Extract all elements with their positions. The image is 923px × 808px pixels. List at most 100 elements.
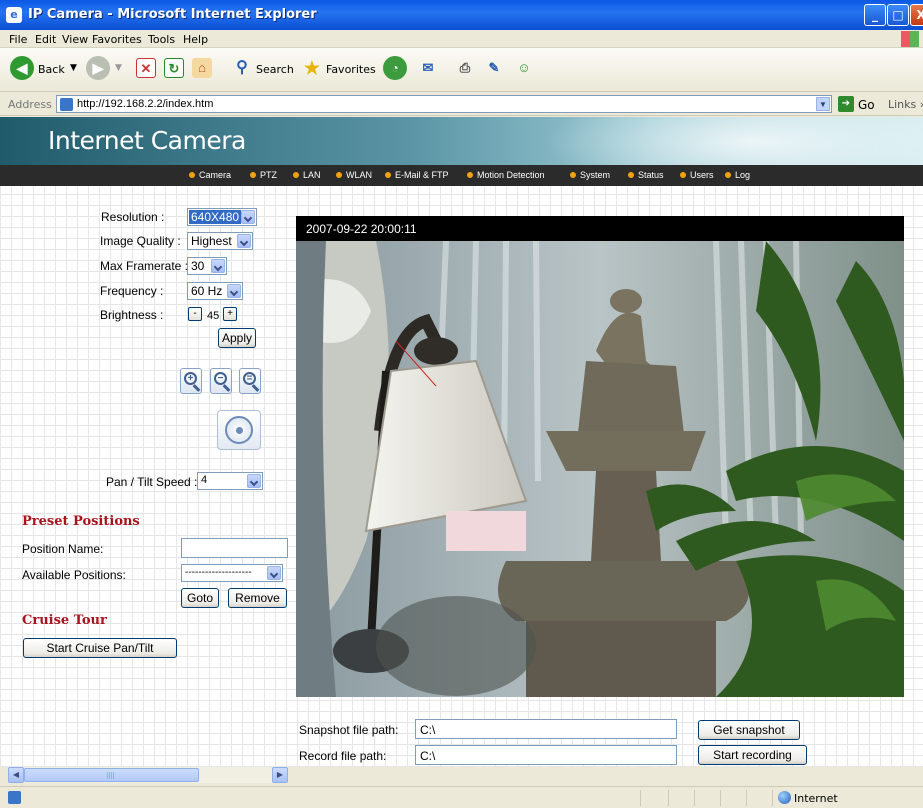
start-recording-button[interactable]: Start recording: [698, 745, 807, 765]
resolution-value: 640X480: [189, 210, 242, 224]
record-path-value[interactable]: C:\: [420, 749, 435, 763]
messenger-icon[interactable]: ☺: [514, 58, 534, 78]
nav-status[interactable]: Status: [628, 170, 664, 180]
chevron-down-icon[interactable]: [211, 259, 225, 273]
address-input[interactable]: http://192.168.2.2/index.htm ▼: [56, 95, 832, 113]
nav-lan[interactable]: LAN: [293, 170, 321, 180]
max-framerate-label: Max Framerate :: [100, 259, 189, 273]
status-divider: [640, 790, 641, 806]
zoom-in-button[interactable]: +: [180, 368, 202, 394]
zoom-out-icon: −: [214, 372, 227, 385]
search-button-label[interactable]: Search: [256, 63, 294, 76]
pan-tilt-speed-value: 4: [201, 474, 208, 486]
nav-motion-detection[interactable]: Motion Detection: [467, 170, 545, 180]
forward-arrow-icon[interactable]: ▶: [86, 56, 110, 80]
window-titlebar: e IP Camera - Microsoft Internet Explore…: [0, 0, 923, 30]
max-framerate-select[interactable]: 30: [187, 257, 227, 275]
banner-swoosh: [543, 117, 923, 165]
banner-title: Internet Camera: [48, 126, 246, 155]
print-icon[interactable]: ⎙: [455, 58, 475, 78]
remove-button[interactable]: Remove: [228, 588, 287, 608]
menu-edit[interactable]: Edit: [35, 33, 56, 46]
page-content: Internet Camera Camera PTZ LAN WLAN E-Ma…: [0, 117, 923, 767]
frequency-value: 60 Hz: [191, 284, 223, 298]
go-label: Go: [858, 98, 875, 112]
mail-icon[interactable]: ✉: [418, 58, 438, 78]
scroll-right-icon[interactable]: ▶: [272, 767, 288, 783]
address-url[interactable]: http://192.168.2.2/index.htm: [77, 98, 213, 110]
image-quality-select[interactable]: Highest: [187, 232, 253, 250]
home-icon[interactable]: ⌂: [192, 58, 212, 78]
edit-icon[interactable]: ✎: [484, 58, 504, 78]
menu-file[interactable]: File: [9, 33, 27, 46]
ptz-center-icon[interactable]: [236, 427, 243, 434]
back-button-label[interactable]: Back: [38, 63, 65, 76]
nav-email-ftp[interactable]: E-Mail & FTP: [385, 170, 449, 180]
pan-tilt-speed-select[interactable]: 4: [197, 472, 263, 490]
image-quality-value: Highest: [191, 234, 232, 248]
menu-help[interactable]: Help: [183, 33, 208, 46]
scroll-left-icon[interactable]: ◀: [8, 767, 24, 783]
goto-button[interactable]: Goto: [181, 588, 219, 608]
zoom-reset-icon: =: [243, 372, 256, 385]
nav-system[interactable]: System: [570, 170, 610, 180]
address-dropdown-icon[interactable]: ▼: [816, 97, 830, 111]
start-cruise-button[interactable]: Start Cruise Pan/Tilt: [23, 638, 177, 658]
preset-positions-title: Preset Positions: [22, 514, 140, 529]
available-positions-value: --------------------: [185, 567, 252, 578]
zoom-out-button[interactable]: −: [210, 368, 232, 394]
search-icon[interactable]: ⚲: [232, 58, 252, 78]
chevron-down-icon[interactable]: [227, 284, 241, 298]
chevron-down-icon[interactable]: [237, 234, 251, 248]
zoom-handle: [222, 384, 231, 392]
history-icon[interactable]: ◔: [383, 56, 407, 80]
nav-wlan[interactable]: WLAN: [336, 170, 372, 180]
minimize-button[interactable]: _: [864, 4, 886, 26]
snapshot-path-label: Snapshot file path:: [299, 723, 399, 737]
windows-logo-icon: [901, 31, 919, 47]
brightness-increase-button[interactable]: +: [223, 307, 237, 321]
back-dropdown-icon[interactable]: ▼: [70, 63, 77, 73]
nav-users[interactable]: Users: [680, 170, 714, 180]
snapshot-path-value[interactable]: C:\: [420, 723, 435, 737]
frequency-select[interactable]: 60 Hz: [187, 282, 243, 300]
brightness-decrease-button[interactable]: -: [188, 307, 202, 321]
address-bar: Address http://192.168.2.2/index.htm ▼ ➔…: [0, 92, 923, 116]
menu-favorites[interactable]: Favorites: [92, 33, 142, 46]
maximize-button[interactable]: □: [887, 4, 909, 26]
page-status-icon: [8, 791, 21, 804]
available-positions-label: Available Positions:: [22, 568, 126, 582]
address-label: Address: [8, 98, 52, 111]
refresh-icon[interactable]: ↻: [164, 58, 184, 78]
menu-bar: File Edit View Favorites Tools Help: [0, 30, 923, 48]
apply-button[interactable]: Apply: [218, 328, 256, 348]
close-button[interactable]: X: [910, 4, 923, 26]
links-button[interactable]: Links »: [888, 98, 923, 111]
horizontal-scrollbar[interactable]: ◀ ▶: [8, 767, 288, 783]
stop-icon[interactable]: ✕: [136, 58, 156, 78]
nav-log[interactable]: Log: [725, 170, 750, 180]
favorites-button-label[interactable]: Favorites: [326, 63, 376, 76]
nav-camera[interactable]: Camera: [189, 170, 231, 180]
position-name-label: Position Name:: [22, 542, 104, 556]
zoom-reset-button[interactable]: =: [239, 368, 261, 394]
available-positions-select[interactable]: --------------------: [181, 564, 283, 582]
back-arrow-icon[interactable]: ◀: [10, 56, 34, 80]
chevron-down-icon[interactable]: [247, 474, 261, 488]
menu-view[interactable]: View: [62, 33, 88, 46]
position-name-input[interactable]: [181, 538, 288, 558]
chevron-down-icon[interactable]: [241, 210, 255, 224]
menu-tools[interactable]: Tools: [148, 33, 175, 46]
record-path-label: Record file path:: [299, 749, 387, 763]
pan-tilt-pad[interactable]: [217, 410, 261, 450]
go-button[interactable]: ➔ Go: [838, 95, 882, 113]
get-snapshot-button[interactable]: Get snapshot: [698, 720, 800, 740]
chevron-down-icon[interactable]: [267, 566, 281, 580]
scrollbar-thumb[interactable]: [24, 768, 199, 782]
nav-ptz[interactable]: PTZ: [250, 170, 277, 180]
snapshot-path-input[interactable]: C:\: [415, 719, 677, 739]
record-path-input[interactable]: C:\: [415, 745, 677, 765]
resolution-select[interactable]: 640X480: [187, 208, 257, 226]
favorites-star-icon[interactable]: ★: [302, 58, 322, 78]
forward-dropdown-icon[interactable]: ▼: [115, 63, 122, 73]
